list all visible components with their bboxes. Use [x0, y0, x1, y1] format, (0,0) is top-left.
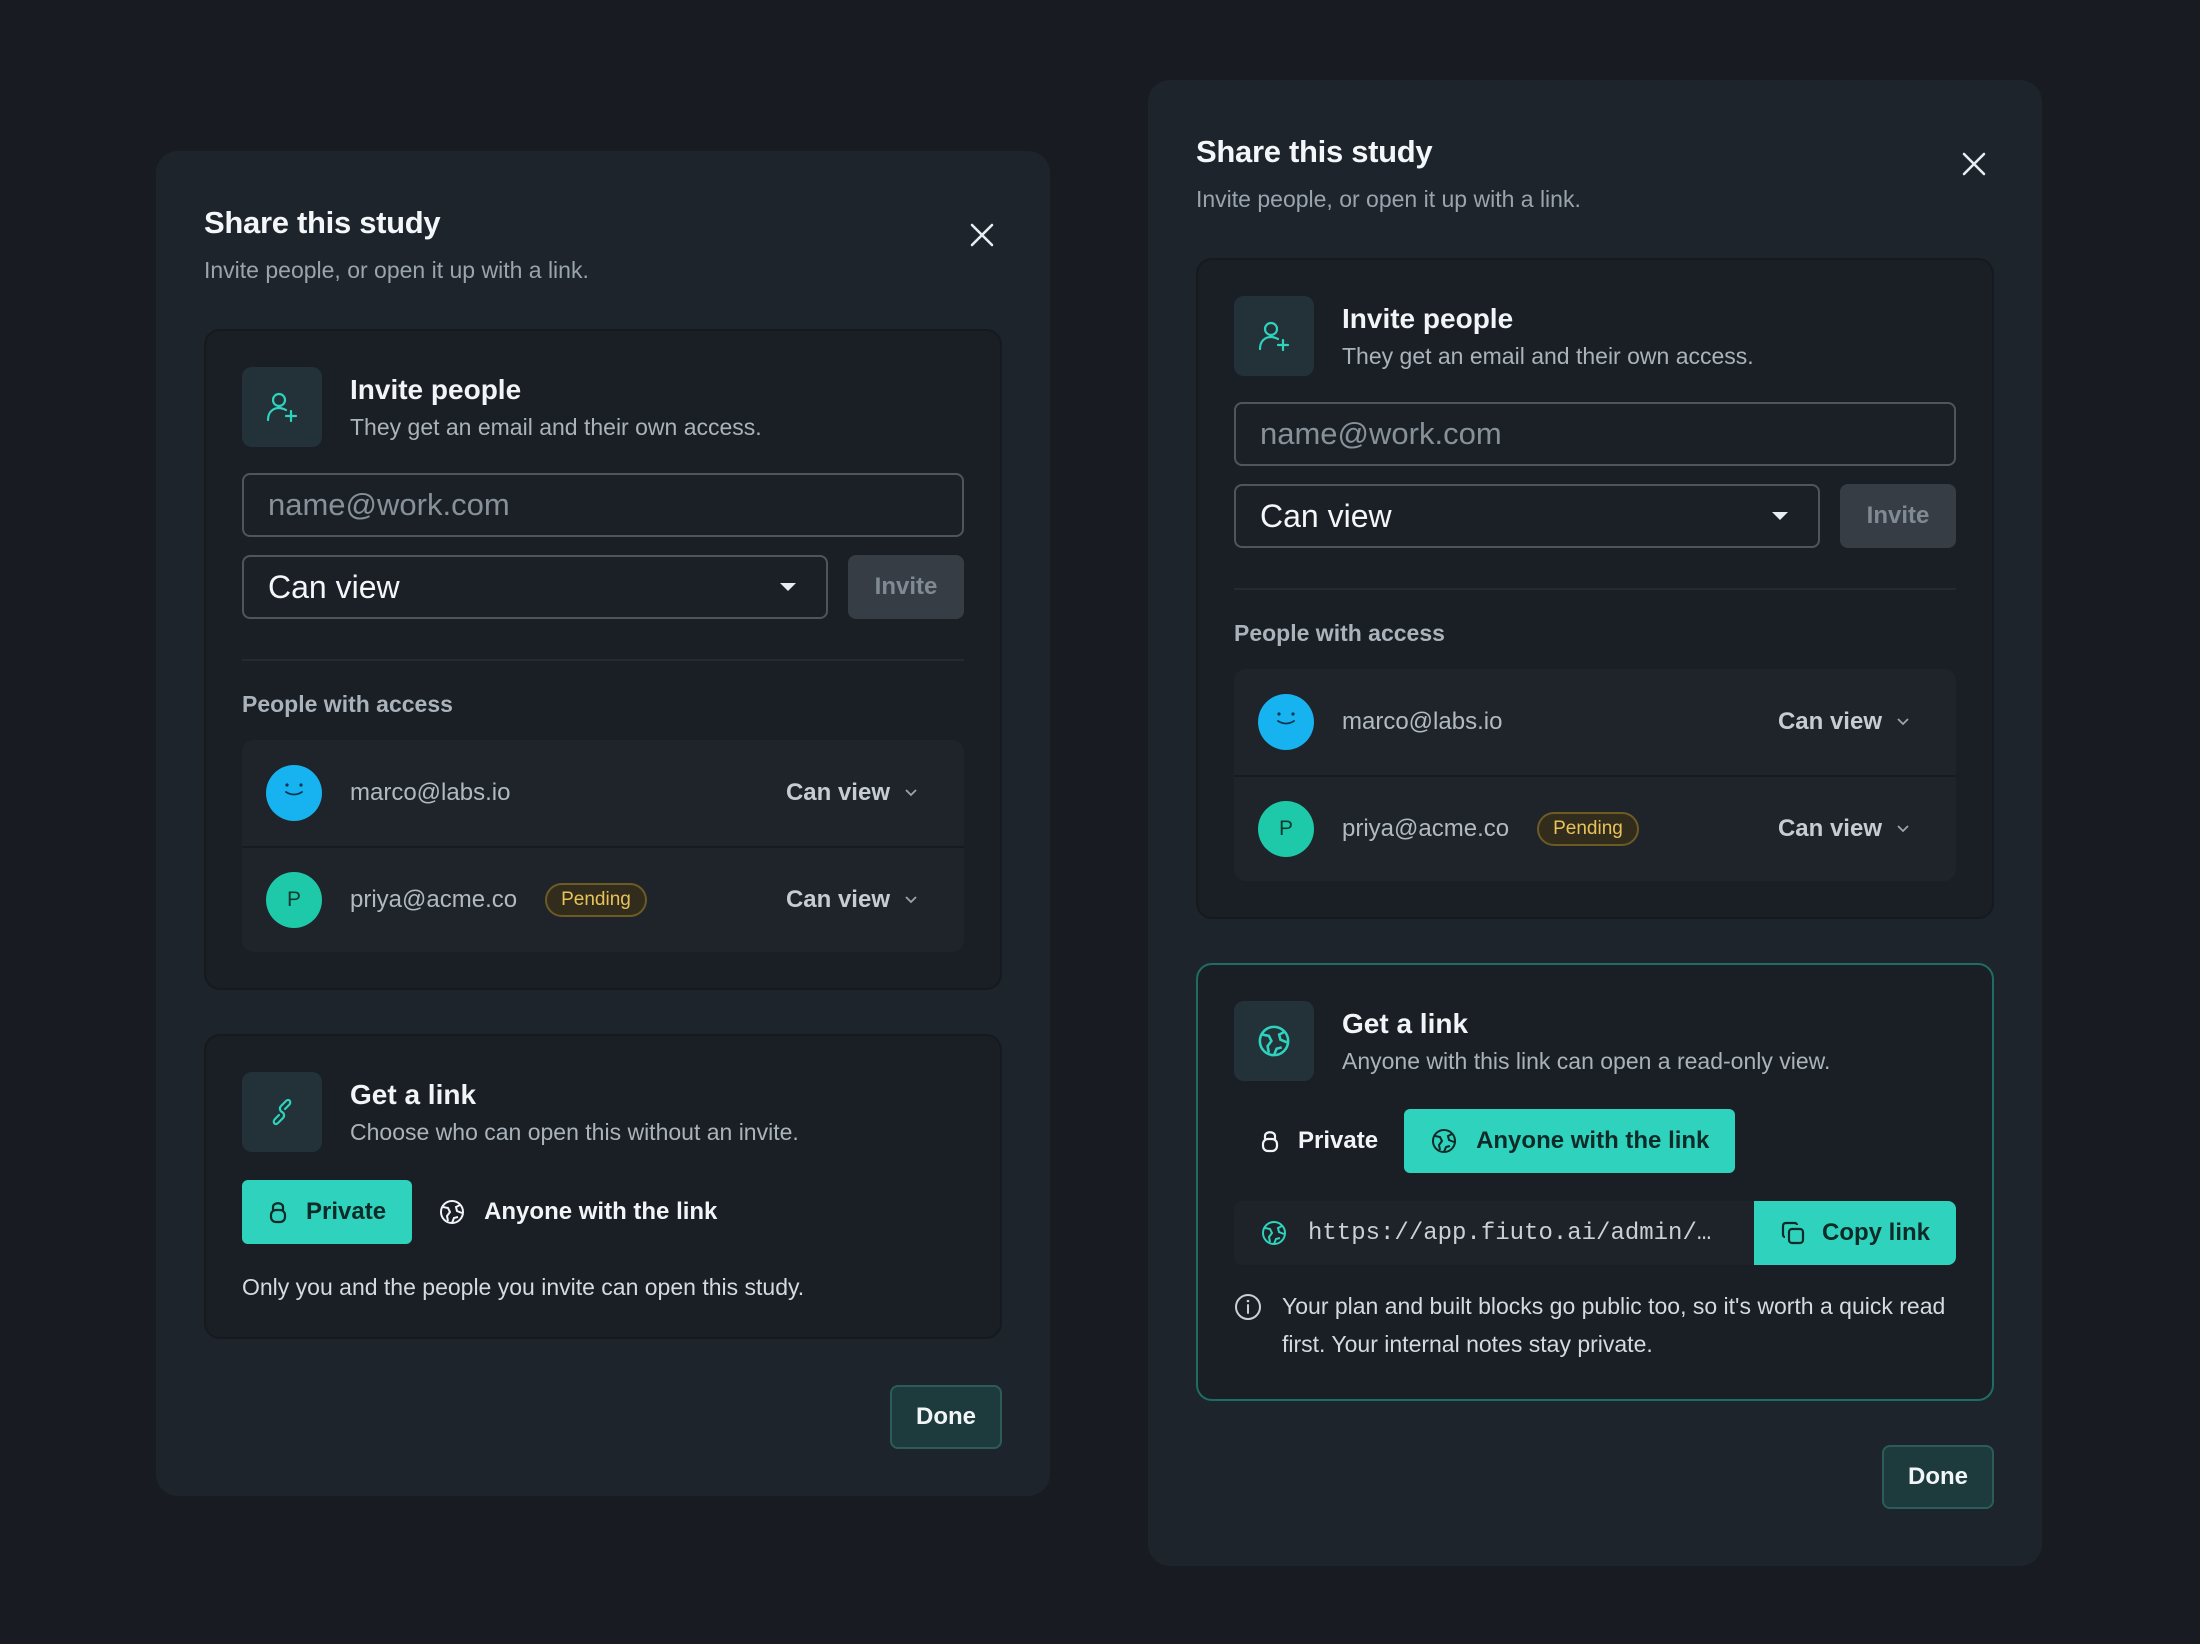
close-icon: [1962, 152, 1986, 176]
person-email: marco@labs.io: [1342, 708, 1503, 735]
dialog-subtitle: Invite people, or open it up with a link…: [204, 257, 589, 283]
get-link-title: Get a link: [350, 1078, 477, 1110]
invite-title: Invite people: [350, 373, 522, 405]
get-link-subtitle: Choose who can open this without an invi…: [350, 1118, 799, 1145]
person-role-label: Can view: [1777, 708, 1882, 735]
invite-people-card: Invite people They get an email and thei…: [204, 329, 1002, 990]
dialog-title: Share this study: [1196, 134, 1433, 169]
private-option-label: Private: [1298, 1127, 1379, 1154]
smile-face-icon: [1277, 712, 1295, 725]
chevron-down-icon: [905, 789, 917, 797]
avatar: [1258, 694, 1314, 750]
close-icon: [970, 223, 994, 247]
role-select-value: Can view: [268, 568, 400, 605]
chevron-down-icon: [1897, 718, 1909, 726]
smile-face-icon: [285, 783, 303, 796]
anyone-option[interactable]: Anyone with the link: [412, 1180, 743, 1244]
caret-down-icon: [780, 583, 796, 591]
person-row: P priya@acme.co Pending Can view: [1234, 775, 1956, 881]
caret-down-icon: [1772, 512, 1788, 520]
role-select-value: Can view: [1260, 497, 1392, 534]
person-email: marco@labs.io: [350, 779, 511, 806]
people-with-access-label: People with access: [242, 691, 453, 717]
person-role-label: Can view: [1777, 815, 1882, 842]
email-input[interactable]: [1234, 402, 1956, 466]
private-option-label: Private: [306, 1198, 387, 1225]
done-button[interactable]: Done: [1882, 1445, 1994, 1509]
globe-icon: [440, 1200, 465, 1224]
avatar: [266, 765, 322, 821]
add-user-icon: [242, 367, 322, 447]
invite-people-card: Invite people They get an email and thei…: [1196, 258, 1994, 919]
private-option[interactable]: Private: [242, 1180, 413, 1244]
chevron-down-icon: [1897, 825, 1909, 833]
link-icon: [242, 1072, 322, 1152]
person-role-label: Can view: [785, 886, 890, 913]
info-icon: [1235, 1294, 1261, 1320]
invite-subtitle: They get an email and their own access.: [350, 413, 762, 440]
public-warning-text: Your plan and built blocks go public too…: [1282, 1293, 1946, 1357]
copy-link-button[interactable]: Copy link: [1754, 1201, 1956, 1265]
person-row: marco@labs.io Can view: [242, 740, 964, 846]
lock-icon: [1261, 1131, 1279, 1153]
get-link-title: Get a link: [1342, 1007, 1469, 1039]
person-role-select[interactable]: Can view: [1778, 815, 1910, 843]
invite-button[interactable]: Invite: [1840, 484, 1956, 548]
person-role-select[interactable]: Can view: [786, 779, 918, 807]
share-dialog-private: Share this study Invite people, or open …: [156, 151, 1050, 1496]
done-button[interactable]: Done: [890, 1385, 1002, 1449]
private-option[interactable]: Private: [1234, 1109, 1404, 1173]
person-email: priya@acme.co: [350, 886, 518, 913]
copy-link-label: Copy link: [1821, 1219, 1930, 1246]
link-visibility-toggle: Private Anyone with the link: [242, 1180, 964, 1244]
copy-icon: [1781, 1221, 1805, 1245]
public-warning: Your plan and built blocks go public too…: [1234, 1293, 1956, 1363]
get-link-card: Get a link Anyone with this link can ope…: [1196, 963, 1994, 1401]
invite-button[interactable]: Invite: [848, 555, 964, 619]
pending-badge: Pending: [1537, 812, 1639, 846]
dialog-subtitle: Invite people, or open it up with a link…: [1196, 186, 1581, 212]
person-role-label: Can view: [785, 779, 890, 806]
role-select[interactable]: Can view: [242, 555, 828, 619]
globe-icon: [1432, 1129, 1457, 1153]
invite-subtitle: They get an email and their own access.: [1342, 342, 1754, 369]
people-list: marco@labs.io Can view P priya@acme.co P…: [242, 740, 964, 952]
avatar: P: [266, 872, 322, 928]
email-input[interactable]: [242, 473, 964, 537]
dialog-header: Share this study Invite people, or open …: [1196, 80, 1994, 258]
share-url: https://app.fiuto.ai/admin/…: [1308, 1219, 1712, 1247]
anyone-option[interactable]: Anyone with the link: [1404, 1109, 1736, 1173]
close-button[interactable]: [962, 215, 1002, 255]
divider: [242, 659, 964, 661]
anyone-option-label: Anyone with the link: [1476, 1127, 1710, 1154]
globe-icon: [1262, 1221, 1286, 1245]
get-link-subtitle: Anyone with this link can open a read-on…: [1342, 1047, 1831, 1074]
share-url-field[interactable]: https://app.fiuto.ai/admin/…: [1234, 1201, 1754, 1265]
link-note: Only you and the people you invite can o…: [242, 1274, 805, 1300]
chevron-down-icon: [905, 896, 917, 904]
get-link-card: Get a link Choose who can open this with…: [204, 1034, 1002, 1339]
person-role-select[interactable]: Can view: [786, 886, 918, 914]
divider: [1234, 588, 1956, 590]
people-list: marco@labs.io Can view P priya@acme.co P…: [1234, 669, 1956, 881]
close-button[interactable]: [1954, 144, 1994, 184]
invite-title: Invite people: [1342, 302, 1514, 334]
link-visibility-toggle: Private Anyone with the link: [1234, 1109, 1956, 1173]
person-role-select[interactable]: Can view: [1778, 708, 1910, 736]
dialog-header: Share this study Invite people, or open …: [204, 151, 1002, 329]
lock-icon: [269, 1202, 287, 1224]
add-user-icon: [1234, 296, 1314, 376]
globe-icon: [1234, 1001, 1314, 1081]
person-row: P priya@acme.co Pending Can view: [242, 846, 964, 952]
person-row: marco@labs.io Can view: [1234, 669, 1956, 775]
role-select[interactable]: Can view: [1234, 484, 1820, 548]
avatar: P: [1258, 801, 1314, 857]
anyone-option-label: Anyone with the link: [484, 1198, 718, 1225]
share-dialog-public: Share this study Invite people, or open …: [1148, 80, 2042, 1566]
person-email: priya@acme.co: [1342, 815, 1510, 842]
pending-badge: Pending: [545, 883, 647, 917]
people-with-access-label: People with access: [1234, 620, 1445, 646]
dialog-title: Share this study: [204, 205, 441, 240]
